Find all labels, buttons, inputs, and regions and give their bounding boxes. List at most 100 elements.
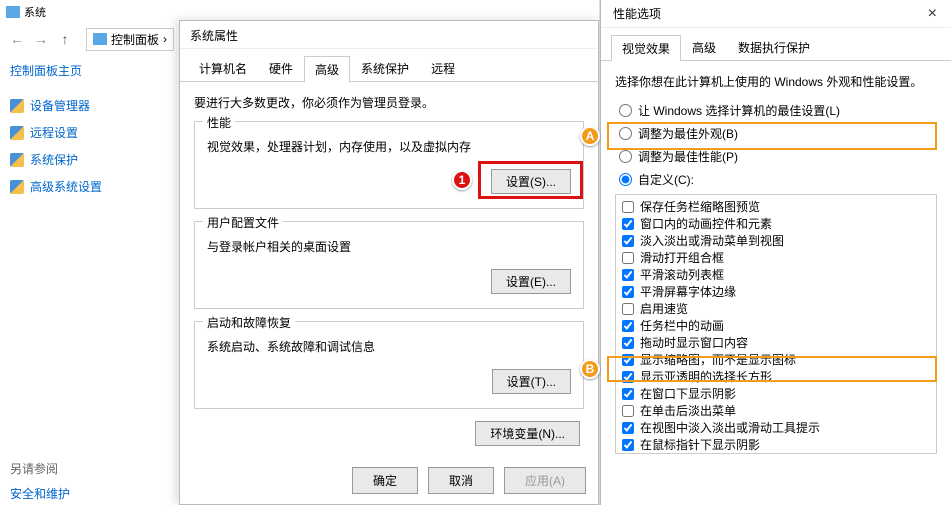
user-profile-group: 用户配置文件 与登录帐户相关的桌面设置 设置(E)... — [194, 221, 584, 309]
option-label: 在单击后淡出菜单 — [640, 403, 736, 419]
sidebar-item-label: 高级系统设置 — [30, 178, 102, 195]
visual-effect-option[interactable]: 滑动打开组合框 — [622, 250, 930, 266]
option-label: 任务栏中的动画 — [640, 318, 724, 334]
sidebar-item-remote-settings[interactable]: 远程设置 — [10, 124, 160, 141]
option-label: 显示亚透明的选择长方形 — [640, 369, 772, 385]
radio-label: 调整为最佳外观(B) — [638, 125, 738, 142]
dialog-title: 系统属性 — [180, 21, 598, 49]
checkbox-input[interactable] — [622, 252, 634, 264]
performance-options-dialog: 性能选项 × 视觉效果 高级 数据执行保护 选择你想在此计算机上使用的 Wind… — [600, 0, 951, 505]
tab-advanced[interactable]: 高级 — [304, 56, 350, 82]
visual-effect-option[interactable]: 启用速览 — [622, 301, 930, 317]
option-label: 在视图中淡入淡出或滑动工具提示 — [640, 420, 820, 436]
group-legend: 启动和故障恢复 — [203, 314, 295, 331]
tab-remote[interactable]: 远程 — [420, 55, 466, 81]
address-bar[interactable]: 控制面板 › — [86, 28, 174, 51]
nav-up-icon[interactable]: ↑ — [56, 31, 74, 47]
see-also-link[interactable]: 安全和维护 — [10, 485, 70, 502]
radio-custom[interactable]: 自定义(C): — [615, 171, 937, 188]
radio-input[interactable] — [619, 104, 632, 117]
checkbox-input[interactable] — [622, 303, 634, 315]
visual-effect-option[interactable]: 窗口内的动画控件和元素 — [622, 216, 930, 232]
visual-effect-option[interactable]: 显示缩略图，而不是显示图标 — [622, 352, 930, 368]
radio-input[interactable] — [619, 127, 632, 140]
system-icon — [6, 6, 20, 18]
tab-advanced[interactable]: 高级 — [681, 34, 727, 60]
visual-effect-option[interactable]: 在鼠标指针下显示阴影 — [622, 437, 930, 453]
side-panel: 控制面板主页 设备管理器 远程设置 系统保护 高级系统设置 另请参阅 安全和维护 — [10, 62, 160, 205]
radio-input[interactable] — [619, 173, 632, 186]
startup-recovery-group: 启动和故障恢复 系统启动、系统故障和调试信息 设置(T)... — [194, 321, 584, 409]
option-label: 滑动打开组合框 — [640, 250, 724, 266]
checkbox-input[interactable] — [622, 235, 634, 247]
visual-effect-option[interactable]: 平滑滚动列表框 — [622, 267, 930, 283]
checkbox-input[interactable] — [622, 405, 634, 417]
tab-bar: 计算机名 硬件 高级 系统保护 远程 — [180, 49, 598, 82]
shield-icon — [10, 126, 24, 140]
window-title: 系统 — [24, 4, 46, 20]
dialog-footer-buttons: 确定 取消 应用(A) — [352, 467, 586, 494]
visual-effect-option[interactable]: 平滑屏幕字体边缘 — [622, 284, 930, 300]
startup-settings-button[interactable]: 设置(T)... — [492, 369, 571, 394]
breadcrumb-segment[interactable]: 控制面板 — [111, 31, 159, 48]
tab-computer-name[interactable]: 计算机名 — [188, 55, 258, 81]
checkbox-input[interactable] — [622, 439, 634, 451]
performance-settings-button[interactable]: 设置(S)... — [491, 169, 571, 194]
visual-effect-option[interactable]: 保存任务栏缩略图预览 — [622, 199, 930, 215]
nav-back-icon[interactable]: ← — [8, 31, 26, 47]
visual-effect-option[interactable]: 淡入淡出或滑动菜单到视图 — [622, 233, 930, 249]
dialog-title: 性能选项 — [613, 5, 661, 22]
ok-button[interactable]: 确定 — [352, 467, 418, 494]
tab-dep[interactable]: 数据执行保护 — [727, 34, 821, 60]
radio-label: 自定义(C): — [638, 171, 694, 188]
chevron-right-icon: › — [163, 32, 167, 46]
nav-forward-icon[interactable]: → — [32, 31, 50, 47]
tab-visual-effects[interactable]: 视觉效果 — [611, 35, 681, 61]
radio-label: 让 Windows 选择计算机的最佳设置(L) — [638, 102, 840, 119]
checkbox-input[interactable] — [622, 422, 634, 434]
sidebar-item-system-protection[interactable]: 系统保护 — [10, 151, 160, 168]
sidebar-item-device-manager[interactable]: 设备管理器 — [10, 97, 160, 114]
tab-hardware[interactable]: 硬件 — [258, 55, 304, 81]
see-also-header: 另请参阅 — [10, 460, 70, 477]
folder-icon — [93, 33, 107, 45]
dialog-titlebar: 性能选项 × — [601, 0, 951, 28]
checkbox-input[interactable] — [622, 286, 634, 298]
visual-effect-option[interactable]: 在单击后淡出菜单 — [622, 403, 930, 419]
checkbox-input[interactable] — [622, 388, 634, 400]
radio-let-windows[interactable]: 让 Windows 选择计算机的最佳设置(L) — [615, 102, 937, 119]
tab-system-protection[interactable]: 系统保护 — [350, 55, 420, 81]
visual-effect-option[interactable]: 在视图中淡入淡出或滑动工具提示 — [622, 420, 930, 436]
radio-best-performance[interactable]: 调整为最佳性能(P) — [615, 148, 937, 165]
radio-input[interactable] — [619, 150, 632, 163]
checkbox-input[interactable] — [622, 320, 634, 332]
cancel-button[interactable]: 取消 — [428, 467, 494, 494]
checkbox-input[interactable] — [622, 354, 634, 366]
shield-icon — [10, 180, 24, 194]
environment-variables-button[interactable]: 环境变量(N)... — [475, 421, 580, 446]
apply-button[interactable]: 应用(A) — [504, 467, 586, 494]
checkbox-input[interactable] — [622, 371, 634, 383]
visual-effect-option[interactable]: 在窗口下显示阴影 — [622, 386, 930, 402]
sidebar-item-advanced-settings[interactable]: 高级系统设置 — [10, 178, 160, 195]
checkbox-input[interactable] — [622, 269, 634, 281]
checkbox-input[interactable] — [622, 218, 634, 230]
visual-effects-list[interactable]: 保存任务栏缩略图预览窗口内的动画控件和元素淡入淡出或滑动菜单到视图滑动打开组合框… — [615, 194, 937, 454]
radio-label: 调整为最佳性能(P) — [638, 148, 738, 165]
checkbox-input[interactable] — [622, 201, 634, 213]
option-label: 在窗口下显示阴影 — [640, 386, 736, 402]
admin-note: 要进行大多数更改，你必须作为管理员登录。 — [194, 94, 584, 111]
visual-effect-option[interactable]: 任务栏中的动画 — [622, 318, 930, 334]
visual-effect-option[interactable]: 拖动时显示窗口内容 — [622, 335, 930, 351]
close-icon[interactable]: × — [922, 5, 943, 23]
group-desc: 与登录帐户相关的桌面设置 — [207, 238, 571, 255]
radio-best-appearance[interactable]: 调整为最佳外观(B) — [615, 125, 937, 142]
tab-bar: 视觉效果 高级 数据执行保护 — [601, 28, 951, 61]
control-panel-home-link[interactable]: 控制面板主页 — [10, 62, 160, 79]
checkbox-input[interactable] — [622, 337, 634, 349]
user-profile-settings-button[interactable]: 设置(E)... — [491, 269, 571, 294]
group-legend: 性能 — [203, 114, 235, 131]
option-label: 保存任务栏缩略图预览 — [640, 199, 760, 215]
visual-effect-option[interactable]: 显示亚透明的选择长方形 — [622, 369, 930, 385]
option-label: 淡入淡出或滑动菜单到视图 — [640, 233, 784, 249]
